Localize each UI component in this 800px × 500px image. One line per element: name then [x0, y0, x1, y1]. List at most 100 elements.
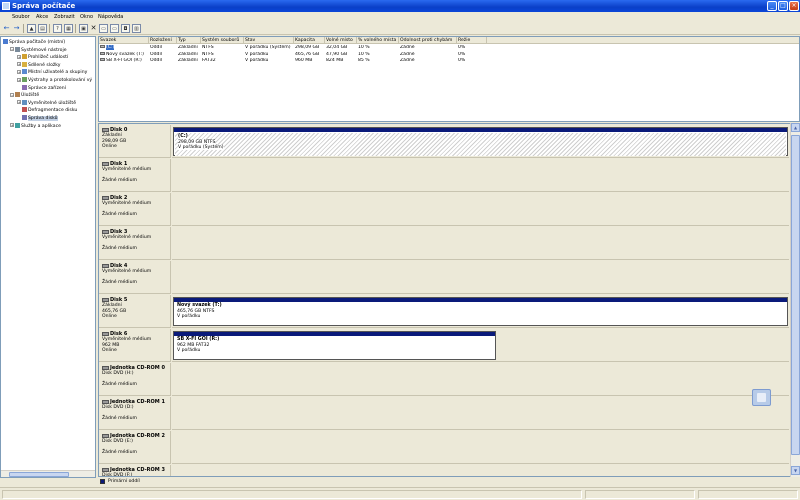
- column-header[interactable]: Volné místo: [325, 37, 357, 44]
- disk-info[interactable]: Disk 2 Vyměnitelné médium Žádné médium: [99, 193, 171, 226]
- menu-view[interactable]: Zobrazit: [52, 13, 77, 21]
- menu-help[interactable]: Nápověda: [96, 13, 125, 21]
- minimize-button[interactable]: _: [767, 1, 777, 11]
- menu-window[interactable]: Okno: [78, 13, 95, 21]
- properties-icon[interactable]: ▦: [64, 24, 73, 33]
- volume-cell: V pořádku (Systém): [244, 45, 294, 51]
- column-header[interactable]: Stav: [244, 37, 294, 44]
- column-header[interactable]: Typ: [177, 37, 201, 44]
- disk-row[interactable]: Disk 5 Základní 465,76 GB Online Nový svazek…: [99, 295, 789, 329]
- disk-row[interactable]: Jednotka CD-ROM 1 Disk DVD (D:) Žádné méd…: [99, 397, 789, 431]
- disk-space: Nový svazek (T:) 465,76 GB NTFS V pořádku: [172, 295, 789, 328]
- volume-cell: SB X-FI GOI (R:): [99, 58, 149, 64]
- volume-row[interactable]: SB X-FI GOI (R:) Oddíl Základní FAT32 V pořá…: [99, 58, 799, 64]
- tree-item[interactable]: + Prohlížeč událostí: [17, 54, 68, 60]
- expander-icon[interactable]: +: [10, 123, 14, 128]
- expander-icon[interactable]: +: [17, 77, 21, 82]
- tree-item[interactable]: Správa disků: [17, 115, 58, 121]
- column-header[interactable]: Odolnost proti chybám: [399, 37, 457, 44]
- cell-text: V pořádku: [245, 58, 269, 63]
- tree-item[interactable]: − Systémové nástroje: [10, 46, 67, 53]
- expander-icon[interactable]: +: [17, 62, 21, 67]
- menu-action[interactable]: Akce: [34, 13, 50, 21]
- maximize-button[interactable]: □: [778, 1, 788, 11]
- tree-item[interactable]: Správce zařízení: [17, 84, 66, 91]
- disk-row[interactable]: Jednotka CD-ROM 0 Disk DVD (H:) Žádné méd…: [99, 363, 789, 397]
- expander-icon[interactable]: −: [10, 92, 14, 97]
- close-button[interactable]: ×: [789, 1, 799, 11]
- tree-item[interactable]: + Výstrahy a protokolování vý: [17, 77, 92, 83]
- expander-icon[interactable]: +: [17, 100, 21, 105]
- partition-block[interactable]: Nový svazek (T:) 465,76 GB NTFS V pořádku: [173, 297, 788, 326]
- show-tree-icon[interactable]: ▤: [38, 24, 47, 33]
- expander-icon[interactable]: +: [17, 54, 21, 59]
- volume-list-header: Svazek Rozložení Typ Systém souborů Stav Kapa…: [99, 37, 799, 44]
- tree-item[interactable]: Správa počítače (místní): [3, 39, 65, 45]
- tree-item[interactable]: + Sdílené složky: [17, 61, 61, 68]
- tree-item[interactable]: + Služby a aplikace: [10, 122, 61, 129]
- disk-space: (C:) 298,09 GB NTFS V pořádku (Systém): [172, 125, 789, 158]
- disk-info[interactable]: Jednotka CD-ROM 1 Disk DVD (D:) Žádné méd…: [99, 397, 171, 430]
- disk-info[interactable]: Disk 4 Vyměnitelné médium Žádné médium: [99, 261, 171, 294]
- back-arrow-icon[interactable]: ←: [2, 24, 11, 33]
- expander-icon[interactable]: −: [10, 47, 14, 52]
- disk-info[interactable]: Jednotka CD-ROM 2 Disk DVD (E:) Žádné méd…: [99, 431, 171, 464]
- tree-item[interactable]: + Vyměnitelné úložiště: [17, 99, 76, 106]
- disk-row[interactable]: Disk 0 Základní 298,09 GB Online (C:) 298,09 …: [99, 125, 789, 159]
- disk-info[interactable]: Disk 6 Vyměnitelné médium 962 MB Online: [99, 329, 171, 362]
- disk-graphical-view[interactable]: Disk 0 Základní 298,09 GB Online (C:) 298,09 …: [98, 123, 800, 477]
- column-header[interactable]: Rozložení: [149, 37, 177, 44]
- floating-action-button[interactable]: [752, 389, 771, 406]
- scroll-down-arrow-icon[interactable]: ▼: [791, 466, 800, 475]
- menu-file[interactable]: Soubor: [10, 13, 32, 21]
- disk-info[interactable]: Disk 5 Základní 465,76 GB Online: [99, 295, 171, 328]
- volume-row[interactable]: Nový svazek (T:) Oddíl Základní NTFS V pořád…: [99, 51, 799, 58]
- disk-info[interactable]: Jednotka CD-ROM 3 Disk DVD (F:): [99, 465, 171, 476]
- forward-arrow-icon[interactable]: →: [12, 24, 21, 33]
- disk-info[interactable]: Disk 1 Vyměnitelné médium Žádné médium: [99, 159, 171, 192]
- tree-horizontal-scrollbar[interactable]: [1, 470, 95, 477]
- partition-block[interactable]: (C:) 298,09 GB NTFS V pořádku (Systém): [173, 127, 788, 156]
- volume-list[interactable]: Svazek Rozložení Typ Systém souborů Stav Kapa…: [98, 36, 800, 122]
- volume-cell: 85 %: [357, 58, 399, 64]
- help-icon[interactable]: ?: [53, 24, 62, 33]
- window-title: Správa počítače: [12, 2, 76, 10]
- disk-info[interactable]: Disk 3 Vyměnitelné médium Žádné médium: [99, 227, 171, 260]
- disk-row[interactable]: Jednotka CD-ROM 2 Disk DVD (E:) Žádné méd…: [99, 431, 789, 465]
- column-header[interactable]: Svazek: [99, 37, 149, 44]
- tree-item[interactable]: Defragmentace disku: [17, 107, 77, 113]
- scrollbar-thumb[interactable]: [791, 135, 800, 455]
- title-bar[interactable]: Správa počítače _ □ ×: [0, 0, 800, 12]
- settings-icon[interactable]: ▥: [132, 24, 141, 33]
- scrollbar-thumb[interactable]: [9, 472, 69, 477]
- folder-icon[interactable]: ▭: [110, 24, 119, 33]
- disk-view-vertical-scrollbar[interactable]: ▲ ▼: [790, 123, 800, 477]
- column-header[interactable]: Režie: [457, 37, 487, 44]
- delete-icon[interactable]: ✕: [89, 24, 98, 33]
- scroll-up-arrow-icon[interactable]: ▲: [791, 123, 800, 132]
- disk-row[interactable]: Disk 4 Vyměnitelné médium Žádné médium: [99, 261, 789, 295]
- disk-row[interactable]: Disk 6 Vyměnitelné médium 962 MB Online SB X…: [99, 329, 789, 363]
- tree-item-label: Sdílené složky: [28, 62, 61, 68]
- up-folder-icon[interactable]: ▲: [27, 24, 36, 33]
- export-icon[interactable]: ▣: [79, 24, 88, 33]
- disk-row[interactable]: Jednotka CD-ROM 3 Disk DVD (F:): [99, 465, 789, 476]
- console-tree[interactable]: Správa počítače (místní) − Systémové nástr…: [0, 36, 96, 478]
- column-header[interactable]: Systém souborů: [201, 37, 244, 44]
- disk-icon[interactable]: ◘: [121, 24, 130, 33]
- expander-icon[interactable]: +: [17, 69, 21, 74]
- disk-info[interactable]: Jednotka CD-ROM 0 Disk DVD (H:) Žádné méd…: [99, 363, 171, 396]
- volume-row[interactable]: (C:) Oddíl Základní NTFS V pořádku (Systém) 2…: [99, 45, 799, 51]
- disk-row[interactable]: Disk 3 Vyměnitelné médium Žádné médium: [99, 227, 789, 261]
- disk-info[interactable]: Disk 0 Základní 298,09 GB Online: [99, 125, 171, 158]
- open-folder-icon[interactable]: ▭: [99, 24, 108, 33]
- partition-block[interactable]: SB X-FI GOI (R:) 962 MB FAT32 V pořádku: [173, 331, 496, 360]
- column-header[interactable]: % volného místa: [357, 37, 399, 44]
- disk-row[interactable]: Disk 2 Vyměnitelné médium Žádné médium: [99, 193, 789, 227]
- column-header[interactable]: Kapacita: [294, 37, 325, 44]
- computer-management-icon: [2, 2, 10, 10]
- cell-text: V pořádku: [245, 51, 269, 57]
- tree-item[interactable]: + Místní uživatelé a skupiny: [17, 69, 87, 75]
- tree-item[interactable]: − Úložiště: [10, 92, 39, 98]
- disk-row[interactable]: Disk 1 Vyměnitelné médium Žádné médium: [99, 159, 789, 193]
